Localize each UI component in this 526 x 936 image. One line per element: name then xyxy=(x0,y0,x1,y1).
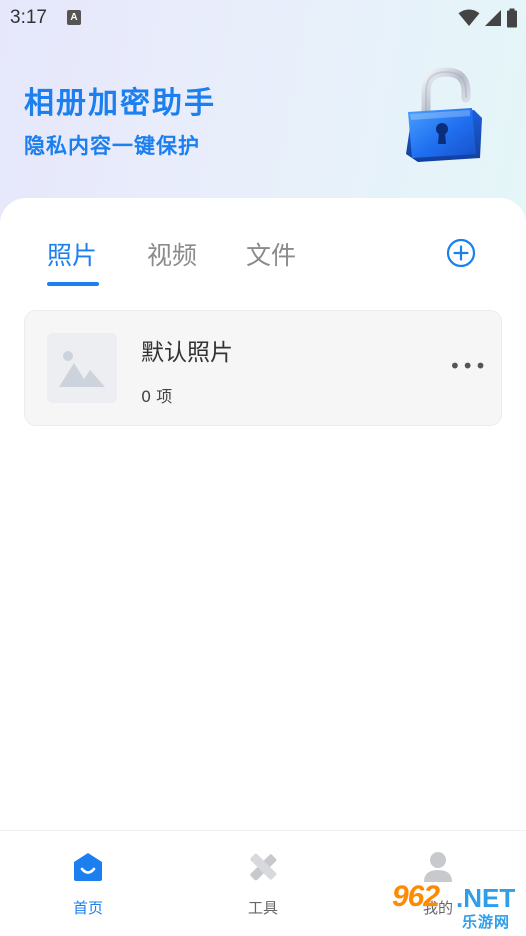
tab-bar: 照片 视频 文件 xyxy=(0,198,526,298)
image-placeholder-icon xyxy=(59,351,105,387)
nav-tools-label: 工具 xyxy=(247,899,278,917)
status-icons xyxy=(458,6,518,30)
main-content: 照片 视频 文件 默认照片 0 项 ••• xyxy=(0,198,526,830)
tab-videos[interactable]: 视频 xyxy=(147,236,197,272)
app-subtitle: 隐私内容一键保护 xyxy=(24,134,200,158)
status-bar: 3:17 A xyxy=(0,0,526,36)
nav-home[interactable]: 首页 xyxy=(38,831,138,936)
album-thumbnail xyxy=(47,333,117,403)
cellular-signal-icon xyxy=(485,10,501,26)
watermark-site-name: 乐游网 xyxy=(462,913,511,931)
nav-home-label: 首页 xyxy=(72,899,103,917)
album-count: 0 项 xyxy=(141,387,173,406)
user-icon xyxy=(424,852,452,882)
watermark-domain: .NET xyxy=(456,883,516,913)
watermark-number: 962 xyxy=(392,880,440,913)
wifi-icon xyxy=(458,9,480,26)
battery-icon xyxy=(507,8,517,28)
app-title: 相册加密助手 xyxy=(24,86,216,121)
keyboard-indicator-icon: A xyxy=(67,10,81,25)
status-time: 3:17 xyxy=(10,7,47,28)
plus-circle-icon[interactable] xyxy=(446,238,476,268)
active-tab-indicator xyxy=(47,282,99,286)
padlock-icon xyxy=(406,67,482,162)
home-icon xyxy=(74,853,102,881)
tab-photos[interactable]: 照片 xyxy=(47,236,97,272)
album-name: 默认照片 xyxy=(141,340,233,366)
more-icon[interactable]: ••• xyxy=(449,351,486,381)
nav-tools[interactable]: 工具 xyxy=(213,831,313,936)
tools-icon xyxy=(250,853,277,881)
tab-files[interactable]: 文件 xyxy=(246,236,296,272)
album-item-default-photos[interactable]: 默认照片 0 项 ••• xyxy=(24,310,502,426)
watermark-logo: 962 .NET 乐游网 xyxy=(386,880,526,936)
